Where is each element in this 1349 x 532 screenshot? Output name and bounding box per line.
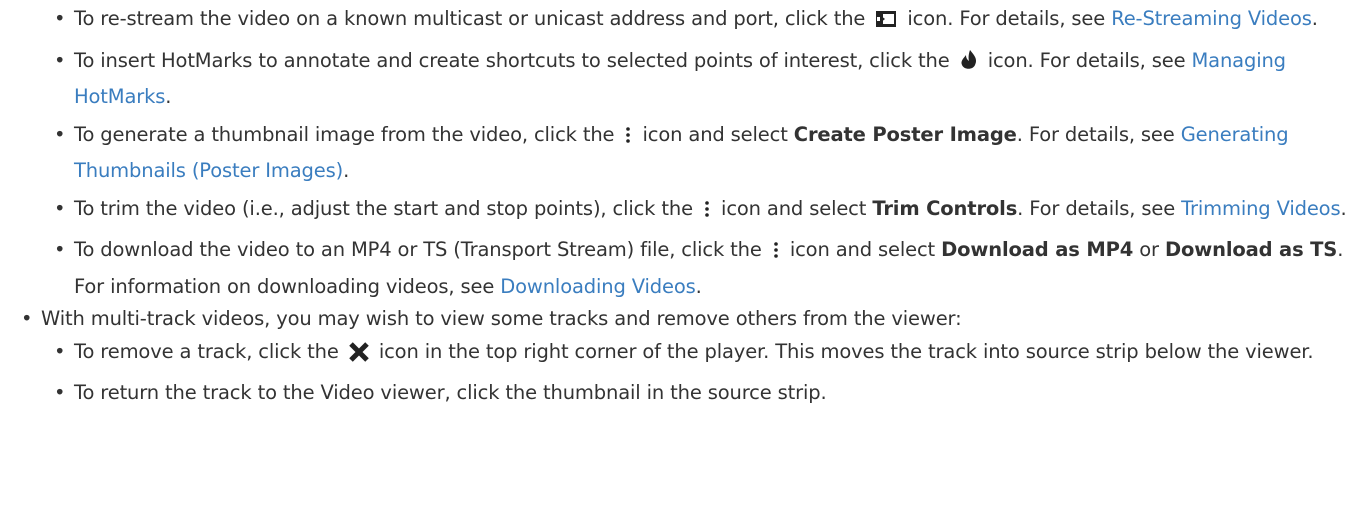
list-item-restream: To re-stream the video on a known multic… (0, 3, 1349, 40)
list-item-multitrack: With multi-track videos, you may wish to… (0, 303, 1349, 410)
list-item-download: To download the video to an MP4 or TS (T… (0, 234, 1349, 303)
link-re-streaming-videos[interactable]: Re-Streaming Videos (1111, 7, 1312, 30)
multitrack-list: With multi-track videos, you may wish to… (0, 303, 1349, 410)
list-item-return-track: To return the track to the Video viewer,… (0, 377, 1349, 410)
list-item-hotmarks: To insert HotMarks to annotate and creat… (0, 45, 1349, 114)
restream-icon (874, 7, 898, 40)
hotmark-flame-icon (959, 49, 979, 82)
list-item-remove-track: To remove a track, click the icon in the… (0, 336, 1349, 373)
documentation-page: To re-stream the video on a known multic… (0, 3, 1349, 532)
more-vertical-icon (623, 123, 633, 156)
list-item-trim: To trim the video (i.e., adjust the star… (0, 193, 1349, 230)
link-trimming-videos[interactable]: Trimming Videos (1181, 197, 1341, 220)
multitrack-sublist: To remove a track, click the icon in the… (41, 336, 1349, 410)
link-downloading-videos[interactable]: Downloading Videos (500, 275, 696, 298)
player-actions-list: To re-stream the video on a known multic… (0, 3, 1349, 303)
more-vertical-icon (771, 238, 781, 271)
list-item-poster: To generate a thumbnail image from the v… (0, 119, 1349, 188)
close-x-icon (348, 340, 370, 373)
more-vertical-icon (702, 197, 712, 230)
